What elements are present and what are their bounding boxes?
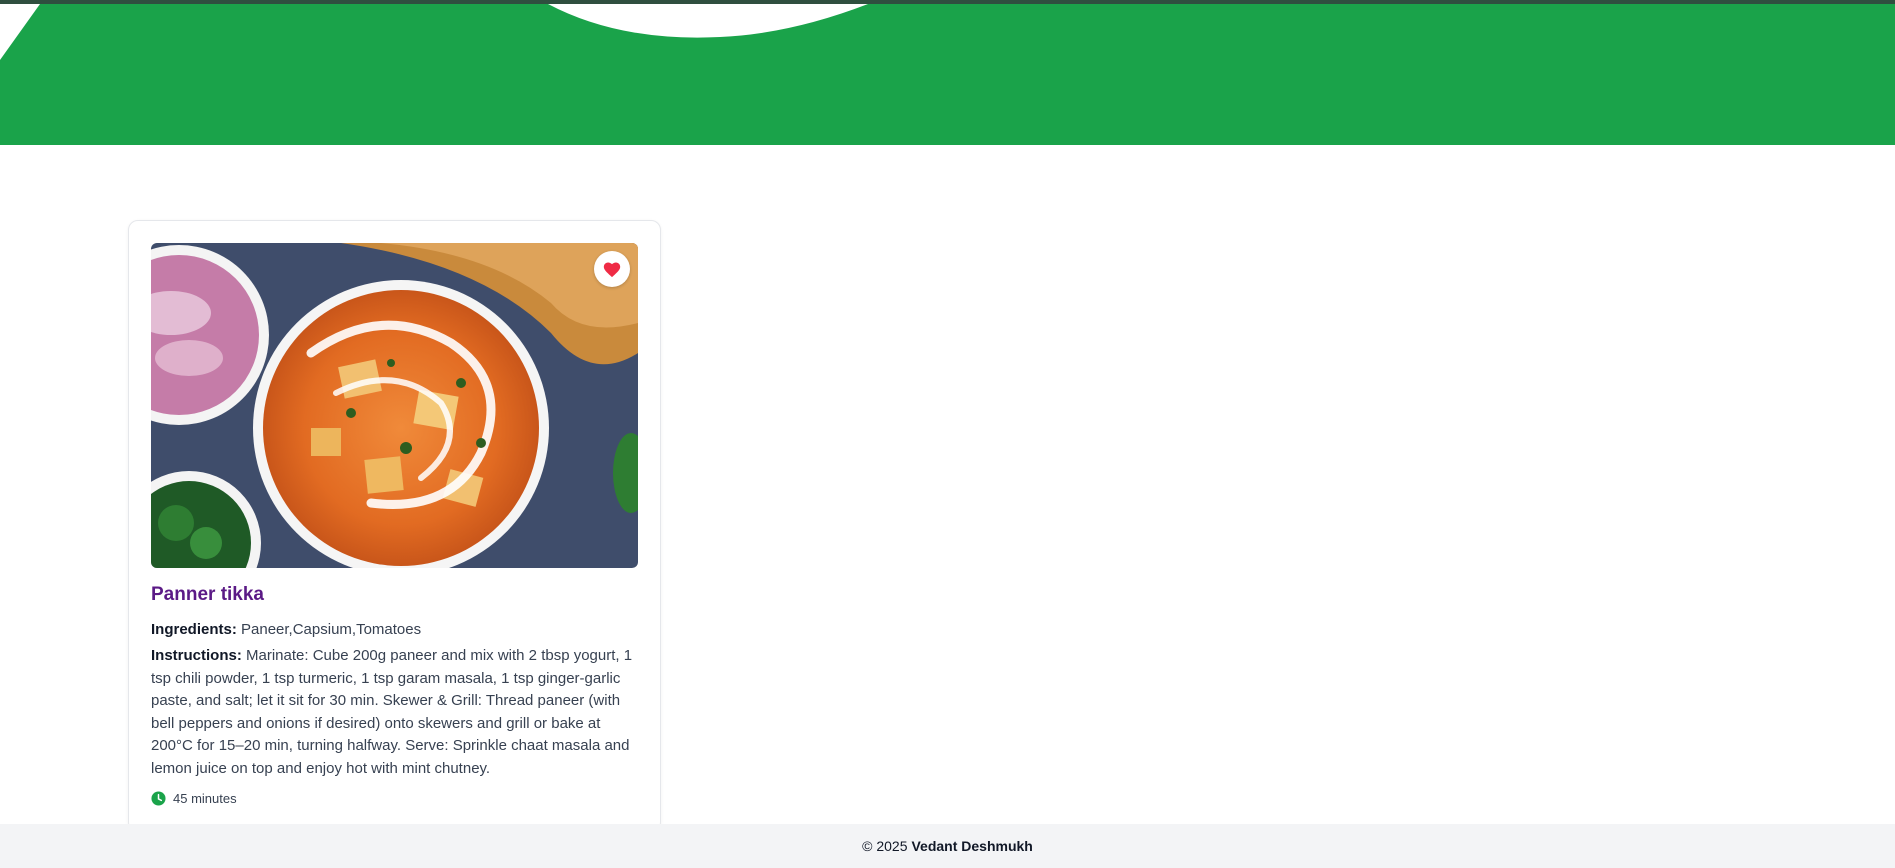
recipe-image <box>151 243 638 568</box>
footer-author: Vedant Deshmukh <box>911 838 1033 854</box>
recipe-ingredients: Ingredients: Paneer,Capsium,Tomatoes <box>151 619 641 641</box>
cook-time: 45 minutes <box>151 791 237 806</box>
cook-time-value: 45 minutes <box>173 791 237 806</box>
clock-icon <box>151 791 166 806</box>
ingredients-value: Paneer,Capsium,Tomatoes <box>241 621 422 638</box>
footer: © 2025 Vedant Deshmukh <box>0 824 1895 868</box>
recipe-title: Panner tikka <box>151 584 264 605</box>
recipe-card[interactable]: Panner tikka Ingredients: Paneer,Capsium… <box>128 220 661 832</box>
hero-banner <box>0 4 1895 145</box>
heart-icon <box>603 262 621 278</box>
instructions-label: Instructions: <box>151 647 242 664</box>
instructions-value: Marinate: Cube 200g paneer and mix with … <box>151 647 633 777</box>
favorite-button[interactable] <box>594 251 630 287</box>
ingredients-label: Ingredients: <box>151 621 237 638</box>
footer-copyright: © 2025 <box>862 838 908 854</box>
recipe-instructions: Instructions: Marinate: Cube 200g paneer… <box>151 645 641 780</box>
